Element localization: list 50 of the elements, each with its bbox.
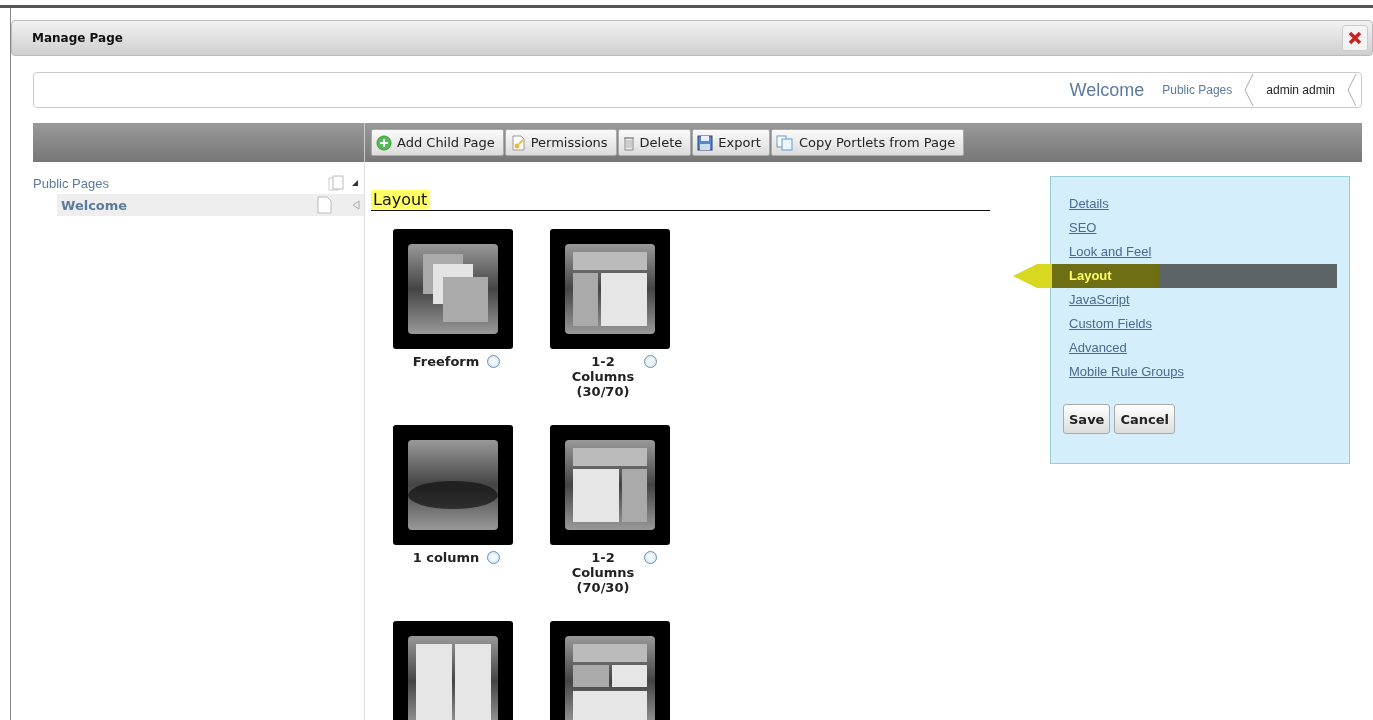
nav-link[interactable]: Custom Fields [1051, 312, 1349, 336]
section-title: Layout [371, 190, 430, 209]
trash-icon [622, 134, 635, 151]
breadcrumb-link[interactable]: admin admin [1260, 83, 1341, 97]
layout-thumbnail[interactable] [550, 621, 670, 720]
nav-link[interactable]: Advanced [1051, 336, 1349, 360]
page-icon [316, 196, 332, 214]
layout-label: 1 column [411, 550, 481, 565]
layout-radio[interactable] [487, 355, 500, 368]
chevron-separator-icon [1347, 74, 1357, 106]
tree-row[interactable]: Welcome [57, 194, 364, 216]
layout-radio[interactable] [644, 551, 657, 564]
layout-thumbnail[interactable] [393, 229, 513, 349]
tree-item-label[interactable]: Public Pages [33, 175, 328, 191]
form-button[interactable]: Save [1063, 404, 1111, 434]
breadcrumb-link[interactable]: Public Pages [1156, 83, 1239, 97]
key-icon [509, 134, 526, 151]
toolbar-button[interactable]: Copy Portlets from Page [770, 129, 965, 156]
breadcrumb-link[interactable]: Welcome [1063, 79, 1151, 101]
toolbar-button[interactable]: Export [692, 129, 770, 156]
layout-thumbnail[interactable] [550, 425, 670, 545]
layout-radio[interactable] [487, 551, 500, 564]
plus-icon [376, 134, 392, 151]
nav-link[interactable]: SEO [1051, 216, 1349, 240]
close-button[interactable] [1342, 25, 1368, 51]
tree-item-label[interactable]: Welcome [61, 197, 316, 213]
nav-link[interactable]: Details [1051, 192, 1349, 216]
toolbar-button[interactable]: Delete [617, 129, 692, 156]
pages-icon [328, 175, 346, 191]
layout-thumbnail[interactable] [393, 621, 513, 720]
form-button[interactable]: Cancel [1114, 404, 1175, 434]
nav-link[interactable]: Mobile Rule Groups [1051, 360, 1349, 384]
toolbar-button[interactable]: Permissions [504, 129, 617, 156]
layout-label: Freeform [411, 354, 481, 369]
layout-label: 1-2 Columns (30/70) [570, 354, 636, 399]
layout-label: 1-2 Columns (70/30) [570, 550, 636, 595]
left-triangle-icon [352, 200, 360, 210]
nav-link[interactable]: Layout [1013, 264, 1337, 288]
nav-link[interactable]: Look and Feel [1051, 240, 1349, 264]
close-icon [1348, 31, 1362, 45]
copy-icon [775, 134, 794, 151]
tree-row[interactable]: Public Pages [33, 172, 364, 194]
layout-thumbnail[interactable] [393, 425, 513, 545]
dialog-title: Manage Page [32, 31, 123, 45]
layout-thumbnail[interactable] [550, 229, 670, 349]
floppy-icon [697, 134, 714, 151]
chevron-separator-icon [1244, 74, 1255, 106]
toolbar-button[interactable]: Add Child Page [371, 129, 504, 156]
nav-link[interactable]: JavaScript [1051, 288, 1349, 312]
layout-radio[interactable] [644, 355, 657, 368]
